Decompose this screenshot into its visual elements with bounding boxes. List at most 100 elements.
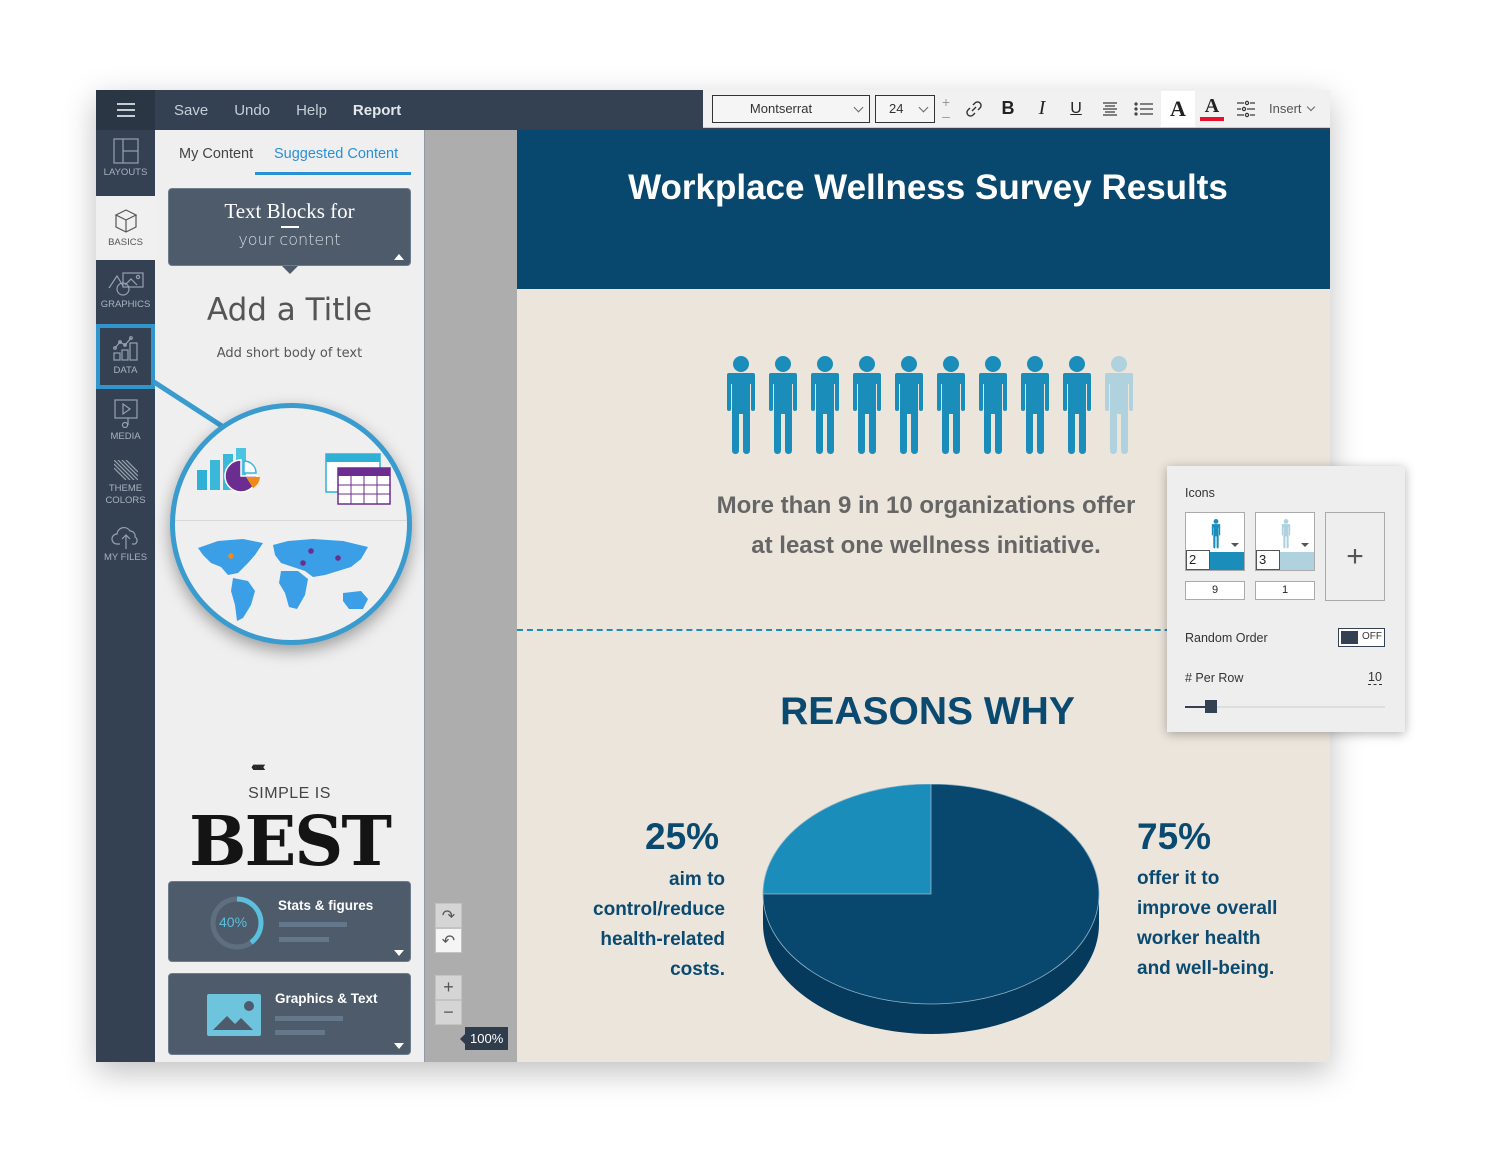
font-family-select[interactable]: Montserrat	[712, 94, 870, 123]
chart-widget-icon[interactable]	[195, 448, 265, 503]
spacing-icon	[1237, 100, 1255, 117]
dropdown-caret-icon[interactable]	[1301, 543, 1309, 547]
layout-icon	[112, 138, 139, 164]
sidebar-item-theme-colors[interactable]: THEME COLORS	[96, 460, 155, 520]
per-row-slider[interactable]	[1185, 700, 1385, 713]
sidebar-item-graphics[interactable]: GRAPHICS	[96, 270, 155, 326]
random-order-label: Random Order	[1185, 631, 1268, 645]
active-tab-indicator	[255, 172, 411, 175]
person-icon-filled	[937, 356, 965, 454]
add-title-template[interactable]: Add a Title	[155, 292, 424, 328]
sidebar-item-media[interactable]: MEDIA	[96, 398, 155, 458]
icons-label: Icons	[1185, 486, 1215, 500]
icon-count-input[interactable]: 9	[1185, 581, 1245, 600]
right-description[interactable]: offer it to improve overall worker healt…	[1137, 864, 1317, 984]
pie-slice-25[interactable]	[762, 783, 932, 895]
add-body-template[interactable]: Add short body of text	[155, 346, 424, 361]
highlight-button[interactable]: A	[1161, 90, 1195, 127]
font-size-stepper[interactable]: + –	[935, 91, 957, 127]
sidebar-item-layouts[interactable]: LAYOUTS	[96, 138, 155, 196]
placeholder-line	[275, 1030, 325, 1035]
tab-my-content[interactable]: My Content	[179, 146, 253, 162]
per-row-value[interactable]: 10	[1368, 670, 1382, 685]
expand-caret-icon[interactable]	[394, 950, 404, 956]
table-widget-icon[interactable]	[325, 453, 391, 505]
sidebar-label: BASICS	[108, 236, 143, 248]
tab-suggested-content[interactable]: Suggested Content	[274, 146, 398, 162]
link-button[interactable]	[957, 91, 991, 127]
card-title: Stats & figures	[278, 898, 374, 913]
slider-thumb[interactable]	[1205, 700, 1217, 713]
insert-dropdown[interactable]: Insert	[1269, 101, 1315, 116]
align-button[interactable]	[1093, 91, 1127, 127]
bold-icon: B	[1001, 98, 1015, 118]
top-bar: Save Undo Help Report Montserrat 24 + –	[96, 90, 1330, 130]
dropdown-caret-icon[interactable]	[1231, 543, 1239, 547]
sidebar-label: GRAPHICS	[100, 299, 151, 310]
zoom-out-button[interactable]: −	[435, 1000, 462, 1025]
save-menu-item[interactable]: Save	[174, 102, 208, 119]
simple-is-template[interactable]: SIMPLE IS	[155, 785, 424, 803]
minus-icon[interactable]: –	[942, 109, 950, 123]
desc-line: costs.	[670, 959, 725, 980]
person-icon-empty	[1105, 356, 1133, 454]
hamburger-menu-icon[interactable]	[96, 90, 155, 130]
image-icon	[207, 994, 261, 1036]
right-percentage[interactable]: 75%	[1137, 816, 1211, 858]
font-size-select[interactable]: 24	[875, 94, 935, 123]
expand-caret-icon[interactable]	[394, 1043, 404, 1049]
text-blocks-card[interactable]: Text Blocks for your content	[168, 188, 411, 266]
doc-title[interactable]: Workplace Wellness Survey Results	[517, 168, 1330, 208]
format-toolbar: Montserrat 24 + – B I U A A Insert	[703, 90, 1330, 128]
best-template[interactable]: BEST	[155, 802, 424, 882]
graphics-text-card[interactable]: Graphics & Text	[168, 973, 411, 1055]
pictogram[interactable]	[721, 356, 1139, 456]
desc-line: worker health	[1137, 928, 1261, 949]
font-family-value: Montserrat	[749, 101, 813, 116]
card-pointer	[282, 266, 298, 274]
stats-figures-card[interactable]: 40% Stats & figures	[168, 881, 411, 962]
redo-rotate-button[interactable]: ↷	[435, 903, 462, 928]
spacing-button[interactable]	[1229, 91, 1263, 127]
person-icon	[1281, 519, 1291, 549]
report-menu-item[interactable]: Report	[353, 102, 401, 119]
list-button[interactable]	[1127, 91, 1161, 127]
world-map-widget-icon[interactable]	[193, 533, 393, 633]
sidebar-item-basics[interactable]: BASICS	[96, 196, 155, 260]
collapse-caret-icon[interactable]	[394, 254, 404, 260]
rotate-clockwise-icon: ↷	[441, 907, 456, 925]
plus-icon[interactable]: +	[942, 95, 950, 109]
link-icon	[966, 100, 982, 117]
text-color-button[interactable]: A	[1195, 91, 1229, 127]
undo-menu-item[interactable]: Undo	[234, 102, 270, 119]
bold-button[interactable]: B	[991, 91, 1025, 127]
stat-text[interactable]: More than 9 in 10 organizations offer at…	[617, 486, 1235, 566]
card-title: Graphics & Text	[275, 991, 378, 1006]
icon-size-input[interactable]: 2	[1186, 550, 1210, 570]
icon-count-input[interactable]: 1	[1255, 581, 1315, 600]
pie-chart[interactable]	[761, 783, 1103, 1039]
sidebar-label: MEDIA	[110, 431, 141, 442]
random-order-toggle[interactable]: OFF	[1338, 628, 1385, 647]
left-description[interactable]: aim to control/reduce health-related cos…	[557, 865, 725, 985]
italic-button[interactable]: I	[1025, 91, 1059, 127]
placeholder-line	[279, 937, 329, 942]
add-icon-button[interactable]: +	[1325, 512, 1385, 601]
underline-button[interactable]: U	[1059, 91, 1093, 127]
undo-rotate-button[interactable]: ↶	[435, 928, 462, 953]
panel-tabs: My Content Suggested Content	[155, 130, 424, 178]
sidebar-label: DATA	[113, 365, 138, 376]
help-menu-item[interactable]: Help	[296, 102, 327, 119]
icon-size-input[interactable]: 3	[1256, 550, 1280, 570]
icon-slot-2[interactable]: 3	[1255, 512, 1315, 571]
icon-slot-1[interactable]: 2	[1185, 512, 1245, 571]
chart-icon	[112, 336, 138, 361]
desc-line: and well-being.	[1137, 958, 1275, 979]
left-percentage[interactable]: 25%	[645, 816, 719, 858]
zoom-in-button[interactable]: +	[435, 975, 462, 1000]
sidebar-item-my-files[interactable]: MY FILES	[96, 525, 155, 575]
person-icon-filled	[1063, 356, 1091, 454]
sidebar-item-data[interactable]: DATA	[96, 324, 155, 389]
tool-sidebar: LAYOUTS BASICS GRAPHICS DATA MEDIA THEME…	[96, 130, 155, 1062]
stat-line: at least one wellness initiative.	[751, 532, 1101, 559]
